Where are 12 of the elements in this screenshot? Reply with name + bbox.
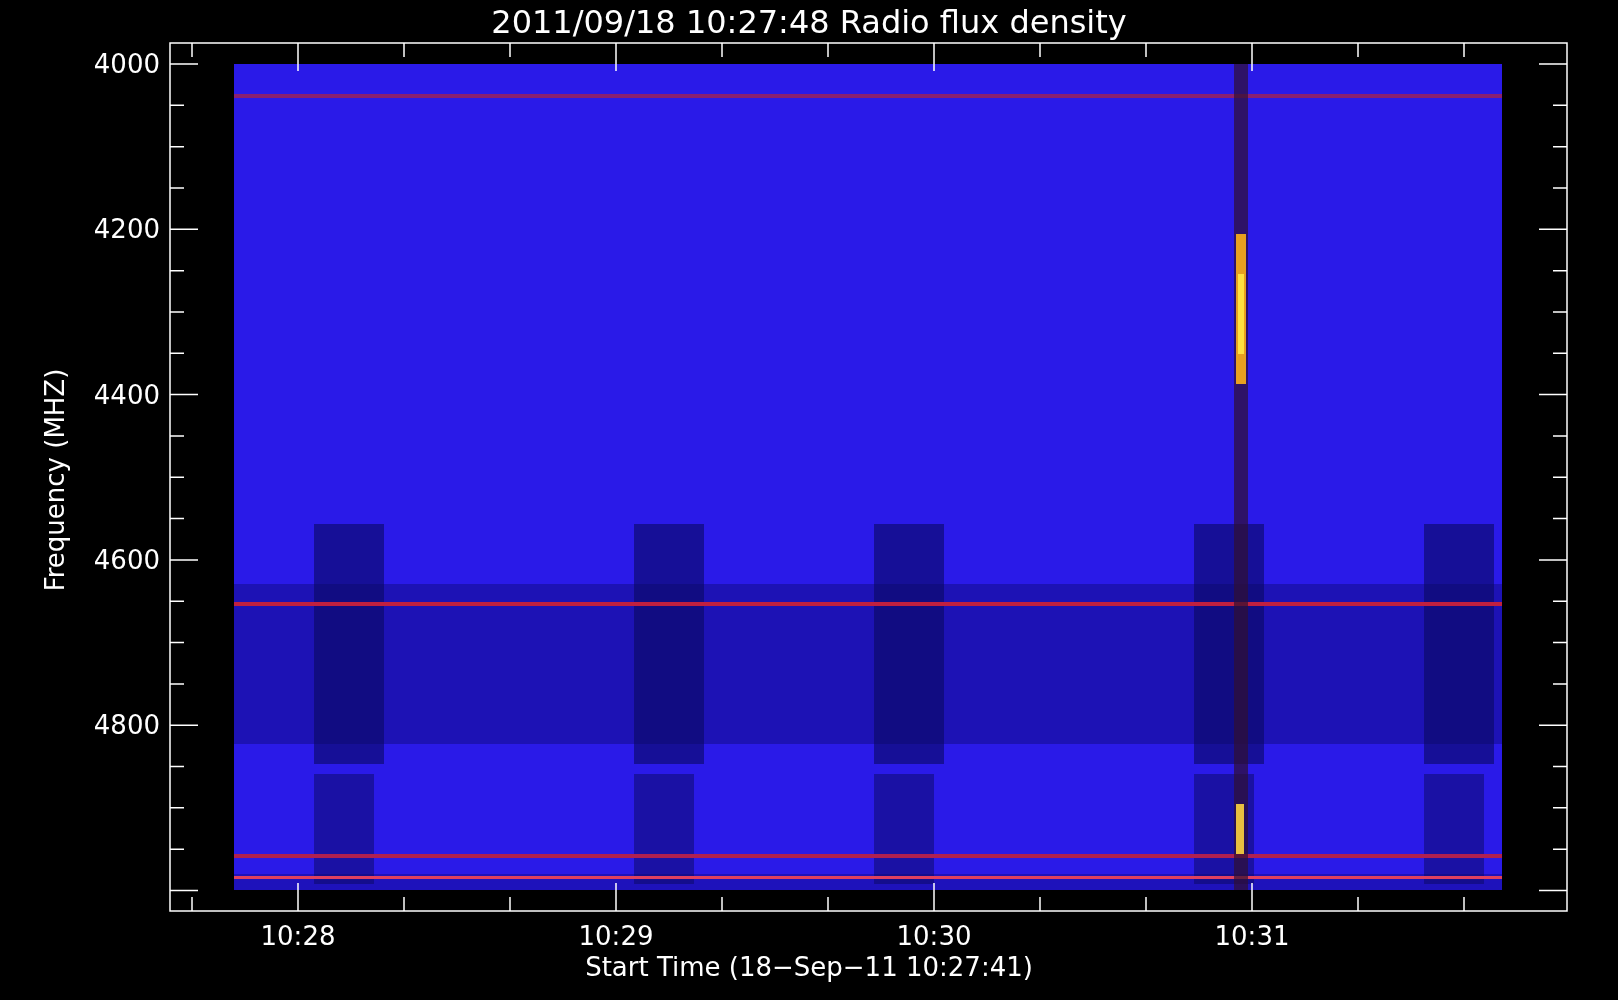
y-tick-label: 4200: [92, 213, 160, 246]
x-tick-label: 10:30: [895, 920, 973, 952]
x-tick-label: 10:28: [259, 920, 337, 952]
y-axis-label: Frequency (MHZ): [39, 368, 71, 592]
x-tick-label: 10:31: [1213, 920, 1291, 952]
y-tick-label: 4400: [92, 378, 160, 411]
chart-title: 2011/09/18 10:27:48 Radio flux density: [490, 2, 1128, 42]
x-tick-label: 10:29: [577, 920, 655, 952]
y-tick-label: 4800: [92, 709, 160, 742]
y-tick-label: 4600: [92, 543, 160, 576]
y-tick-label: 4000: [92, 48, 160, 80]
x-axis-label: Start Time (18−Sep−11 10:27:41): [585, 951, 1033, 984]
